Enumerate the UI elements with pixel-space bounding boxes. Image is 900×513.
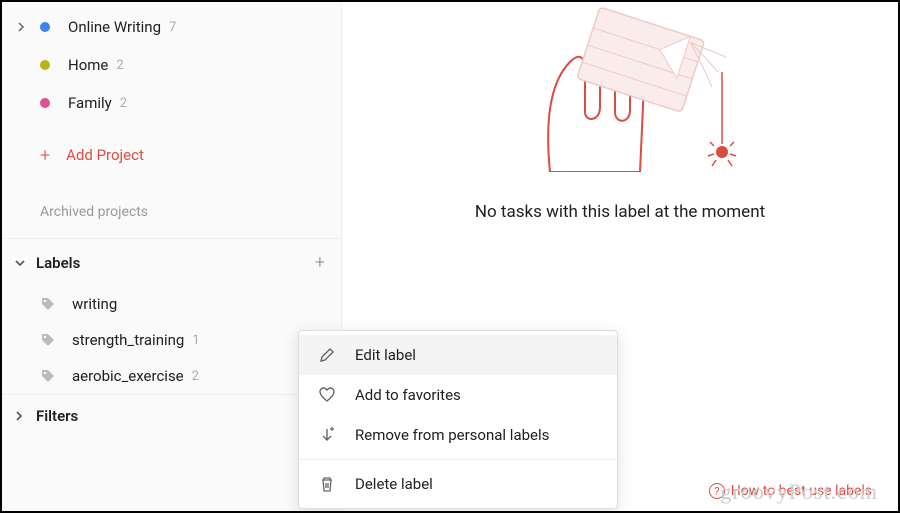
sidebar-label-aerobic-exercise[interactable]: aerobic_exercise 2 — [2, 358, 341, 394]
project-name: Home — [68, 56, 108, 74]
label-count: 1 — [192, 333, 199, 348]
heart-icon — [317, 385, 337, 405]
project-count: 7 — [169, 20, 176, 35]
menu-item-add-favorites[interactable]: Add to favorites — [299, 375, 617, 415]
add-label-button[interactable]: + — [315, 252, 325, 273]
sidebar-label-writing[interactable]: writing — [2, 286, 341, 322]
project-count: 2 — [120, 96, 127, 111]
sidebar-project-online-writing[interactable]: Online Writing 7 — [2, 8, 341, 46]
add-project-button[interactable]: + Add Project — [2, 132, 341, 178]
menu-separator — [299, 459, 617, 460]
chevron-down-icon[interactable] — [14, 257, 36, 269]
menu-item-remove-personal[interactable]: Remove from personal labels — [299, 415, 617, 455]
menu-item-label: Delete label — [355, 475, 433, 493]
label-name: writing — [72, 295, 117, 313]
help-icon: ? — [709, 483, 725, 499]
help-link-labels[interactable]: ? How to best use labels — [709, 483, 872, 499]
menu-item-label: Add to favorites — [355, 386, 461, 404]
help-link-text: How to best use labels — [731, 483, 872, 499]
archived-projects-link[interactable]: Archived projects — [2, 204, 341, 220]
empty-state-illustration — [490, 2, 750, 172]
chevron-right-icon[interactable] — [14, 411, 36, 421]
sidebar-project-home[interactable]: Home 2 — [2, 46, 341, 84]
project-color-dot — [40, 98, 50, 108]
project-color-dot — [40, 22, 50, 32]
label-count: 2 — [192, 369, 199, 384]
chevron-right-icon[interactable] — [14, 22, 28, 32]
empty-state-message: No tasks with this label at the moment — [342, 202, 898, 222]
menu-item-edit-label[interactable]: Edit label — [299, 335, 617, 375]
sidebar-label-strength-training[interactable]: strength_training 1 — [2, 322, 341, 358]
labels-section-header[interactable]: Labels + — [2, 238, 341, 286]
app-frame: Online Writing 7 Home 2 Family 2 + Add P… — [0, 0, 900, 513]
tag-icon — [40, 332, 56, 348]
label-name: strength_training — [72, 331, 184, 349]
arrow-down-plus-icon — [317, 425, 337, 445]
trash-icon — [317, 474, 337, 494]
filters-section-title: Filters — [36, 407, 78, 425]
project-name: Family — [68, 94, 112, 112]
menu-item-delete-label[interactable]: Delete label — [299, 464, 617, 504]
sidebar: Online Writing 7 Home 2 Family 2 + Add P… — [2, 2, 342, 511]
labels-section-title: Labels — [36, 254, 315, 272]
label-context-menu: Edit label Add to favorites Remove from … — [298, 330, 618, 509]
project-count: 2 — [116, 58, 123, 73]
tag-icon — [40, 368, 56, 384]
menu-item-label: Edit label — [355, 346, 416, 364]
project-color-dot — [40, 60, 50, 70]
add-project-label: Add Project — [66, 146, 144, 164]
project-name: Online Writing — [68, 18, 161, 36]
tag-icon — [40, 296, 56, 312]
sidebar-project-family[interactable]: Family 2 — [2, 84, 341, 122]
menu-item-label: Remove from personal labels — [355, 426, 549, 444]
filters-section-header[interactable]: Filters — [2, 394, 341, 436]
label-name: aerobic_exercise — [72, 367, 184, 385]
plus-icon: + — [40, 145, 50, 166]
pencil-icon — [317, 345, 337, 365]
